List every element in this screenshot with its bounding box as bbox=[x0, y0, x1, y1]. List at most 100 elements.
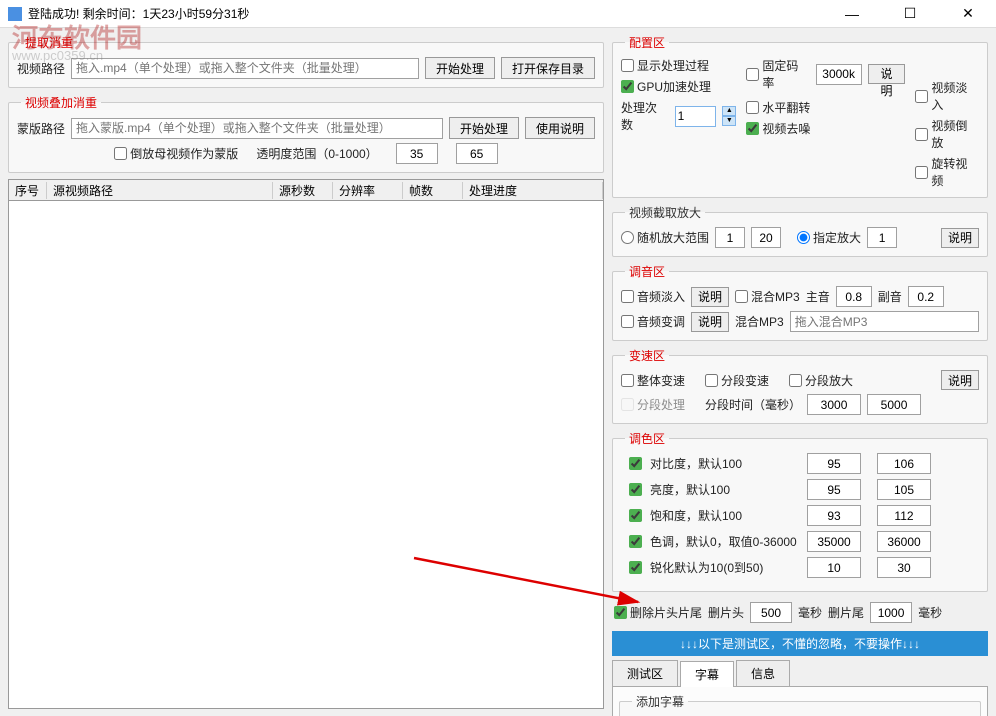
alpha-max-input[interactable] bbox=[456, 143, 498, 164]
speed-group: 变速区 整体变速 分段变速 分段放大 说明 分段处理 分段时间（毫秒） bbox=[612, 347, 988, 424]
titlebar: 登陆成功! 剩余时间：1天23小时59分31秒 — ☐ ✕ bbox=[0, 0, 996, 28]
seg-zoom-checkbox[interactable] bbox=[789, 374, 802, 387]
app-icon bbox=[8, 7, 22, 21]
tab-info[interactable]: 信息 bbox=[736, 660, 790, 686]
hue-checkbox[interactable] bbox=[629, 535, 642, 548]
video-path-label: 视频路径 bbox=[17, 60, 65, 77]
mask-path-input[interactable] bbox=[71, 118, 443, 139]
window-controls: — ☐ ✕ bbox=[832, 2, 988, 26]
subtitle-group: 添加字幕 字幕坐标 字体样式 字体大小 字体颜色 bbox=[619, 693, 981, 716]
crop-legend: 视频截取放大 bbox=[625, 204, 705, 221]
saturation-label: 饱和度，默认100 bbox=[650, 507, 742, 524]
contrast-checkbox[interactable] bbox=[629, 457, 642, 470]
color-legend: 调色区 bbox=[625, 430, 669, 447]
pitch-help-button[interactable]: 说明 bbox=[691, 312, 729, 332]
seg-time-min-input[interactable] bbox=[807, 394, 861, 415]
audio-fade-label: 音频淡入 bbox=[637, 288, 685, 305]
contrast-label: 对比度，默认100 bbox=[650, 455, 742, 472]
random-max-input[interactable] bbox=[751, 227, 781, 248]
seg-time-max-input[interactable] bbox=[867, 394, 921, 415]
overlay-legend: 视频叠加消重 bbox=[21, 94, 101, 111]
fadein-checkbox[interactable] bbox=[915, 90, 928, 103]
th-resolution: 分辨率 bbox=[333, 182, 403, 199]
speed-legend: 变速区 bbox=[625, 347, 669, 364]
hue-b-input[interactable] bbox=[877, 531, 931, 552]
overlay-start-button[interactable]: 开始处理 bbox=[449, 117, 519, 139]
rotate-checkbox[interactable] bbox=[915, 166, 928, 179]
whole-speed-checkbox[interactable] bbox=[621, 374, 634, 387]
hue-a-input[interactable] bbox=[807, 531, 861, 552]
seg-speed-label: 分段变速 bbox=[721, 372, 769, 389]
close-button[interactable]: ✕ bbox=[948, 2, 988, 26]
saturation-checkbox[interactable] bbox=[629, 509, 642, 522]
spinner-up-icon[interactable]: ▲ bbox=[722, 106, 736, 116]
sharpen-b-input[interactable] bbox=[877, 557, 931, 578]
main-volume-input[interactable] bbox=[836, 286, 872, 307]
contrast-a-input[interactable] bbox=[807, 453, 861, 474]
fixed-rate-checkbox[interactable] bbox=[746, 68, 759, 81]
video-path-input[interactable] bbox=[71, 58, 419, 79]
hflip-checkbox[interactable] bbox=[746, 101, 759, 114]
trim-tail-input[interactable] bbox=[870, 602, 912, 623]
mix-mp3-checkbox[interactable] bbox=[735, 290, 748, 303]
saturation-a-input[interactable] bbox=[807, 505, 861, 526]
extract-legend: 提取消重 bbox=[21, 34, 77, 51]
th-progress: 处理进度 bbox=[463, 182, 603, 199]
sharpen-a-input[interactable] bbox=[807, 557, 861, 578]
alpha-min-input[interactable] bbox=[396, 143, 438, 164]
open-save-dir-button[interactable]: 打开保存目录 bbox=[501, 57, 595, 79]
audio-fade-checkbox[interactable] bbox=[621, 290, 634, 303]
audio-fade-help-button[interactable]: 说明 bbox=[691, 287, 729, 307]
proc-count-input[interactable]: 1 bbox=[675, 106, 717, 127]
crop-help-button[interactable]: 说明 bbox=[941, 228, 979, 248]
mix-mp3-path-label: 混合MP3 bbox=[735, 313, 784, 330]
invert-mask-checkbox[interactable] bbox=[114, 147, 127, 160]
seg-time-label: 分段时间（毫秒） bbox=[705, 396, 801, 413]
sharpen-checkbox[interactable] bbox=[629, 561, 642, 574]
start-process-button[interactable]: 开始处理 bbox=[425, 57, 495, 79]
invert-mask-label: 倒放母视频作为蒙版 bbox=[130, 145, 238, 162]
th-index: 序号 bbox=[9, 182, 47, 199]
sub-volume-input[interactable] bbox=[908, 286, 944, 307]
show-process-checkbox[interactable] bbox=[621, 59, 634, 72]
trim-head-unit: 毫秒 bbox=[798, 604, 822, 621]
mix-mp3-path-input[interactable] bbox=[790, 311, 979, 332]
fixed-rate-input[interactable] bbox=[816, 64, 862, 85]
overlay-help-button[interactable]: 使用说明 bbox=[525, 117, 595, 139]
contrast-b-input[interactable] bbox=[877, 453, 931, 474]
denoise-checkbox[interactable] bbox=[746, 122, 759, 135]
brightness-a-input[interactable] bbox=[807, 479, 861, 500]
reverse-checkbox[interactable] bbox=[915, 128, 928, 141]
maximize-button[interactable]: ☐ bbox=[890, 2, 930, 26]
gpu-checkbox[interactable] bbox=[621, 80, 634, 93]
trim-head-input[interactable] bbox=[750, 602, 792, 623]
audio-group: 调音区 音频淡入 说明 混合MP3 主音 副音 音频变调 说明 混合MP3 bbox=[612, 263, 988, 341]
random-zoom-radio[interactable] bbox=[621, 231, 634, 244]
fixed-zoom-radio[interactable] bbox=[797, 231, 810, 244]
th-fps: 帧数 bbox=[403, 182, 463, 199]
saturation-b-input[interactable] bbox=[877, 505, 931, 526]
rate-help-button[interactable]: 说明 bbox=[868, 64, 906, 84]
extract-group: 提取消重 视频路径 开始处理 打开保存目录 bbox=[8, 34, 604, 88]
trim-checkbox[interactable] bbox=[614, 606, 627, 619]
mask-path-label: 蒙版路径 bbox=[17, 120, 65, 137]
tab-test[interactable]: 测试区 bbox=[612, 660, 678, 686]
subtitle-legend: 添加字幕 bbox=[632, 693, 688, 710]
pitch-label: 音频变调 bbox=[637, 313, 685, 330]
pitch-checkbox[interactable] bbox=[621, 315, 634, 328]
seg-speed-checkbox[interactable] bbox=[705, 374, 718, 387]
crop-group: 视频截取放大 随机放大范围 指定放大 说明 bbox=[612, 204, 988, 257]
random-min-input[interactable] bbox=[715, 227, 745, 248]
proc-count-label: 处理次数 bbox=[621, 99, 669, 133]
speed-help-button[interactable]: 说明 bbox=[941, 370, 979, 390]
show-process-label: 显示处理过程 bbox=[637, 57, 709, 74]
spinner-down-icon[interactable]: ▼ bbox=[722, 116, 736, 126]
tab-subtitle[interactable]: 字幕 bbox=[680, 661, 734, 687]
minimize-button[interactable]: — bbox=[832, 2, 872, 26]
brightness-checkbox[interactable] bbox=[629, 483, 642, 496]
result-table-body[interactable] bbox=[8, 201, 604, 709]
trim-tail-label: 删片尾 bbox=[828, 604, 864, 621]
brightness-b-input[interactable] bbox=[877, 479, 931, 500]
fixed-rate-label: 固定码率 bbox=[762, 57, 809, 91]
fixed-zoom-input[interactable] bbox=[867, 227, 897, 248]
